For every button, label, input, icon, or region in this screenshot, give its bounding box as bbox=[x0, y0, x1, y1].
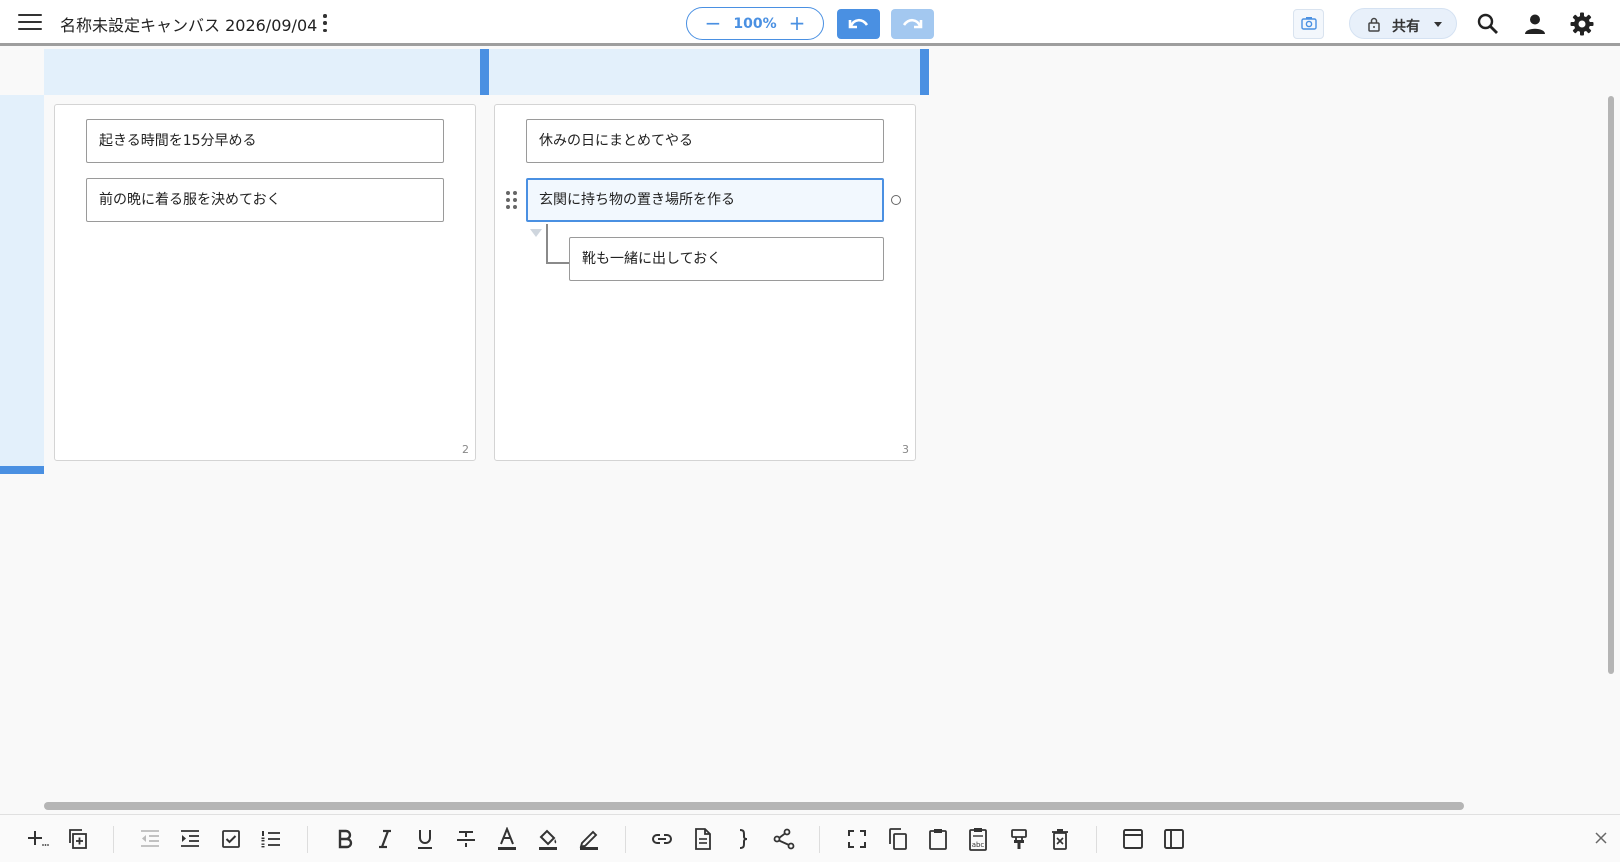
column-header[interactable] bbox=[488, 49, 920, 95]
column-header[interactable] bbox=[44, 49, 480, 95]
kebab-icon[interactable] bbox=[320, 14, 330, 32]
fill-color-icon[interactable] bbox=[536, 827, 560, 851]
row-resize-handle[interactable] bbox=[0, 466, 44, 474]
vertical-scrollbar[interactable] bbox=[1608, 96, 1614, 674]
document-icon[interactable] bbox=[691, 827, 715, 851]
redo-button[interactable] bbox=[891, 9, 934, 39]
outdent-icon[interactable] bbox=[138, 827, 162, 851]
connection-port-icon[interactable] bbox=[891, 195, 901, 205]
pen-icon[interactable] bbox=[577, 827, 601, 851]
text-color-icon[interactable] bbox=[495, 827, 519, 851]
sidebar-icon[interactable] bbox=[1162, 827, 1186, 851]
hamburger-icon[interactable] bbox=[18, 14, 42, 32]
column-resize-handle[interactable] bbox=[480, 49, 489, 95]
bottom-toolbar: abc bbox=[0, 814, 1620, 862]
svg-text:abc: abc bbox=[972, 841, 985, 849]
undo-button[interactable] bbox=[837, 9, 880, 39]
text-card[interactable]: 起きる時間を15分早める bbox=[86, 119, 444, 163]
collapse-toggle-icon[interactable] bbox=[530, 229, 542, 237]
text-card-selected[interactable]: 玄関に持ち物の置き場所を作る bbox=[526, 178, 884, 222]
search-icon[interactable] bbox=[1475, 11, 1501, 37]
zoom-out-button[interactable]: − bbox=[701, 11, 725, 35]
toolbar-divider bbox=[1096, 826, 1097, 853]
share-nodes-icon[interactable] bbox=[772, 827, 796, 851]
text-card[interactable]: 前の晩に着る服を決めておく bbox=[86, 178, 444, 222]
checkbox-icon[interactable] bbox=[219, 827, 243, 851]
column-resize-handle[interactable] bbox=[920, 49, 929, 95]
text-card-child[interactable]: 靴も一緒に出しておく bbox=[569, 237, 884, 281]
drag-handle-icon[interactable] bbox=[506, 191, 518, 209]
paste-icon[interactable] bbox=[926, 827, 950, 851]
brace-icon[interactable] bbox=[731, 827, 755, 851]
lock-icon bbox=[1368, 17, 1380, 32]
tree-connector bbox=[546, 224, 570, 264]
zoom-in-button[interactable]: + bbox=[785, 11, 809, 35]
top-bar: 名称未設定キャンバス 2026/09/04 − 100% + 共有 bbox=[0, 0, 1620, 46]
toolbar-divider bbox=[307, 826, 308, 853]
indent-icon[interactable] bbox=[178, 827, 202, 851]
window-icon[interactable] bbox=[1121, 827, 1145, 851]
bold-icon[interactable] bbox=[333, 827, 357, 851]
undo-icon bbox=[848, 18, 869, 29]
numbered-list-icon[interactable] bbox=[259, 827, 283, 851]
chevron-down-icon bbox=[1434, 22, 1442, 27]
panel-number: 2 bbox=[462, 443, 469, 456]
delete-icon[interactable] bbox=[1048, 827, 1072, 851]
gear-icon[interactable] bbox=[1569, 11, 1595, 37]
copy-icon[interactable] bbox=[886, 827, 910, 851]
share-button[interactable]: 共有 bbox=[1349, 8, 1457, 39]
text-card[interactable]: 休みの日にまとめてやる bbox=[526, 119, 884, 163]
redo-icon bbox=[902, 18, 923, 29]
toolbar-divider bbox=[625, 826, 626, 853]
person-icon[interactable] bbox=[1522, 11, 1548, 37]
zoom-control: − 100% + bbox=[686, 7, 824, 40]
duplicate-icon[interactable] bbox=[66, 827, 90, 851]
zoom-level[interactable]: 100% bbox=[727, 16, 783, 32]
canvas-title[interactable]: 名称未設定キャンバス 2026/09/04 bbox=[60, 12, 317, 36]
row-header[interactable] bbox=[0, 95, 44, 471]
format-painter-icon[interactable] bbox=[1007, 827, 1031, 851]
add-icon[interactable] bbox=[25, 827, 49, 851]
screenshot-button[interactable] bbox=[1293, 9, 1324, 39]
share-label: 共有 bbox=[1392, 19, 1420, 35]
underline-icon[interactable] bbox=[413, 827, 437, 851]
italic-icon[interactable] bbox=[373, 827, 397, 851]
link-icon[interactable] bbox=[650, 827, 674, 851]
paste-text-icon[interactable]: abc bbox=[966, 827, 990, 851]
camera-icon bbox=[1301, 17, 1317, 30]
horizontal-scrollbar[interactable] bbox=[44, 802, 1464, 810]
close-icon[interactable] bbox=[1594, 831, 1608, 845]
panel-number: 3 bbox=[902, 443, 909, 456]
strikethrough-icon[interactable] bbox=[454, 827, 478, 851]
toolbar-divider bbox=[819, 826, 820, 853]
toolbar-divider bbox=[113, 826, 114, 853]
fullscreen-icon[interactable] bbox=[845, 827, 869, 851]
